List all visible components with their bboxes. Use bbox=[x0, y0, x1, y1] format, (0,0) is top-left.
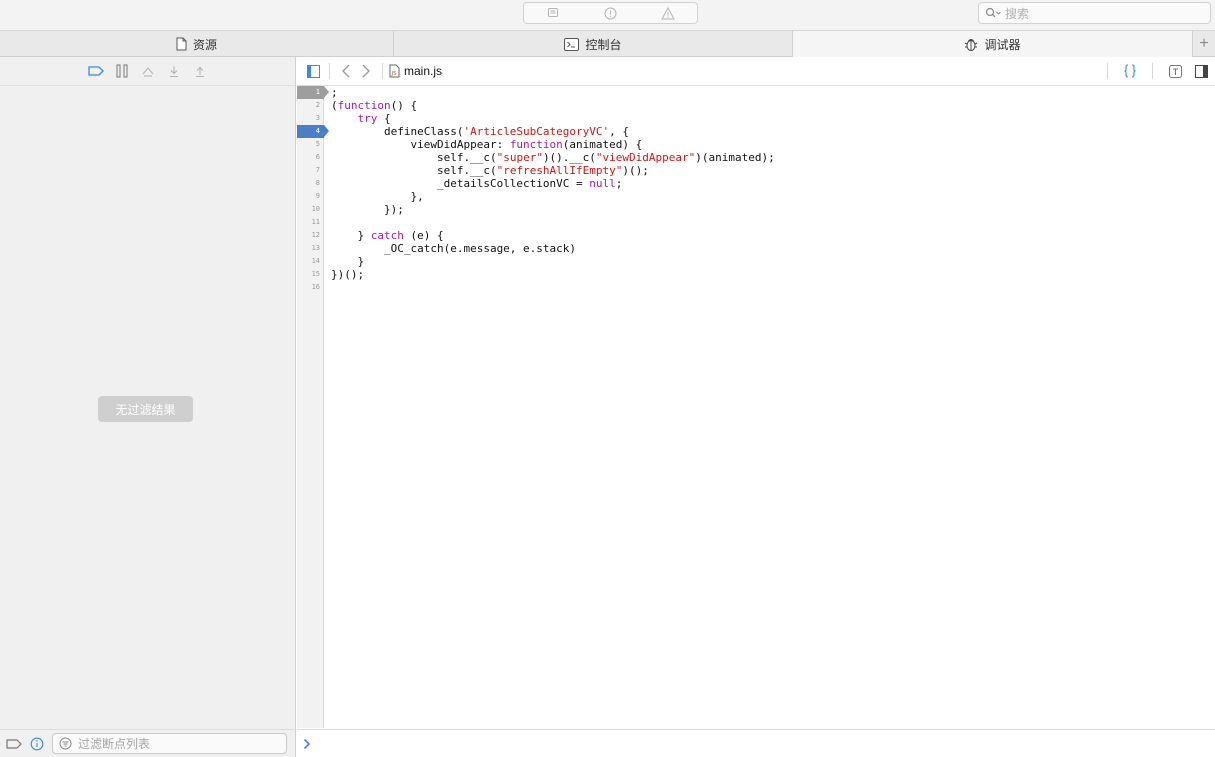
info-circle-icon bbox=[604, 7, 617, 19]
tab-label: 调试器 bbox=[984, 37, 1021, 52]
filter-icon bbox=[59, 737, 72, 750]
step-over-button[interactable] bbox=[140, 63, 156, 79]
top-toolbar: 搜索 bbox=[0, 0, 1215, 31]
line-number[interactable]: 1 bbox=[297, 86, 329, 99]
line-number[interactable]: 2 bbox=[297, 99, 324, 112]
sidebar-left-icon bbox=[306, 64, 320, 78]
warning-icon bbox=[661, 6, 676, 19]
pause-icon bbox=[116, 64, 127, 78]
sidebar-right-icon bbox=[1194, 64, 1208, 78]
code-line: (function() { bbox=[331, 99, 418, 112]
tab-resources[interactable]: 资源 bbox=[0, 31, 394, 57]
code-line: }); bbox=[331, 203, 404, 216]
line-number[interactable]: 3 bbox=[297, 112, 324, 125]
editor-toolbar: JS main.js bbox=[297, 57, 1215, 86]
search-placeholder: 搜索 bbox=[1005, 6, 1030, 21]
toggle-details-sidebar-button[interactable] bbox=[1191, 61, 1211, 81]
code-line: _OC_catch(e.message, e.stack) bbox=[331, 242, 577, 255]
code-line: defineClass('ArticleSubCategoryVC', { bbox=[331, 125, 630, 138]
line-number[interactable]: 8 bbox=[297, 177, 324, 190]
document-icon bbox=[176, 37, 187, 51]
breakpoint-filter-input[interactable]: 过滤断点列表 bbox=[52, 733, 287, 754]
line-number[interactable]: 6 bbox=[297, 151, 324, 164]
toolbar-divider bbox=[329, 63, 330, 79]
plus-icon: + bbox=[1199, 34, 1209, 52]
code-line: try { bbox=[357, 112, 391, 125]
tab-debugger[interactable]: 调试器 bbox=[793, 31, 1193, 57]
navigation-sidebar: 无过滤结果 过滤断点列表 bbox=[0, 57, 296, 757]
code-line: viewDidAppear: function(animated) { bbox=[331, 138, 643, 151]
editor-toolbar-right bbox=[1101, 61, 1215, 81]
line-number[interactable]: 9 bbox=[297, 190, 324, 203]
error-filter-button[interactable] bbox=[582, 3, 640, 23]
line-number-breakpoint[interactable]: 4 bbox=[297, 125, 329, 138]
activity-segment bbox=[523, 2, 698, 24]
curly-braces-icon bbox=[1124, 64, 1136, 78]
file-breadcrumb[interactable]: main.js bbox=[404, 64, 442, 78]
step-out-button[interactable] bbox=[192, 63, 208, 79]
pretty-print-button[interactable] bbox=[1120, 61, 1140, 81]
step-out-icon bbox=[195, 66, 204, 77]
source-editor-pane: JS main.js 1 2 3 4 5 6 7 8 9 10 11 12 13 bbox=[297, 57, 1215, 757]
line-number[interactable]: 15 bbox=[297, 268, 324, 281]
line-number[interactable]: 5 bbox=[297, 138, 324, 151]
line-number[interactable]: 16 bbox=[297, 281, 324, 294]
line-number[interactable]: 12 bbox=[297, 229, 324, 242]
code-line: self.__c("refreshAllIfEmpty")(); bbox=[331, 164, 649, 177]
code-line: ; bbox=[331, 86, 338, 99]
line-number[interactable]: 10 bbox=[297, 203, 324, 216]
filter-placeholder: 过滤断点列表 bbox=[78, 737, 151, 751]
tab-label: 控制台 bbox=[585, 37, 622, 52]
tab-label: 资源 bbox=[192, 37, 217, 52]
line-number[interactable]: 13 bbox=[297, 242, 324, 255]
search-icon bbox=[985, 7, 1001, 18]
info-circle-icon[interactable] bbox=[30, 737, 44, 751]
line-number[interactable]: 14 bbox=[297, 255, 324, 268]
message-icon bbox=[547, 8, 558, 17]
chevron-right-icon bbox=[362, 64, 370, 78]
svg-text:JS: JS bbox=[391, 71, 398, 77]
step-into-button[interactable] bbox=[166, 63, 182, 79]
log-filter-button[interactable] bbox=[524, 3, 582, 23]
code-line: })(); bbox=[331, 268, 365, 281]
type-icon bbox=[1168, 64, 1182, 78]
code-line: }, bbox=[331, 190, 424, 203]
code-line: _detailsCollectionVC = null; bbox=[331, 177, 623, 190]
toolbar-divider bbox=[1107, 63, 1108, 79]
breakpoint-icon bbox=[87, 66, 104, 76]
type-profiler-button[interactable] bbox=[1165, 61, 1185, 81]
code-line: } bbox=[331, 255, 365, 268]
back-button[interactable] bbox=[336, 61, 356, 81]
chevron-right-icon bbox=[303, 738, 311, 749]
add-tab-button[interactable]: + bbox=[1193, 31, 1215, 56]
toggle-navigator-button[interactable] bbox=[303, 61, 323, 81]
js-file-icon: JS bbox=[389, 64, 400, 78]
code-line: } catch (e) { bbox=[331, 229, 444, 242]
line-number[interactable]: 7 bbox=[297, 164, 324, 177]
breakpoints-toggle-button[interactable] bbox=[87, 63, 104, 79]
toolbar-divider bbox=[382, 63, 383, 79]
forward-button[interactable] bbox=[356, 61, 376, 81]
console-prompt[interactable] bbox=[297, 729, 1215, 757]
toolbar-divider bbox=[1152, 63, 1153, 79]
pause-button[interactable] bbox=[114, 63, 130, 79]
step-over-icon bbox=[142, 67, 153, 77]
code-line: self.__c("super")().__c("viewDidAppear")… bbox=[331, 151, 775, 164]
tab-console[interactable]: 控制台 bbox=[394, 31, 793, 57]
warning-filter-button[interactable] bbox=[639, 3, 697, 23]
breakpoint-toggle-icon[interactable] bbox=[6, 738, 22, 749]
tab-bar: 资源 控制台 调试器 + bbox=[0, 31, 1215, 57]
step-into-icon bbox=[169, 65, 178, 77]
line-number-gutter[interactable]: 1 2 3 4 5 6 7 8 9 10 11 12 13 14 15 16 bbox=[297, 86, 329, 728]
no-filter-results-label: 无过滤结果 bbox=[98, 396, 193, 422]
debugger-toolbar bbox=[0, 57, 295, 86]
console-icon bbox=[564, 37, 580, 51]
sidebar-footer: 过滤断点列表 bbox=[0, 729, 296, 757]
chevron-left-icon bbox=[342, 64, 350, 78]
line-number[interactable]: 11 bbox=[297, 216, 324, 229]
search-field[interactable]: 搜索 bbox=[978, 2, 1211, 24]
bug-icon bbox=[964, 37, 978, 52]
